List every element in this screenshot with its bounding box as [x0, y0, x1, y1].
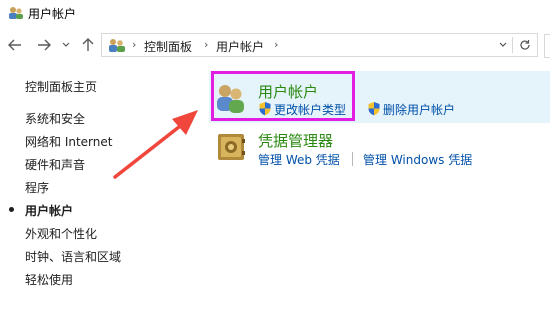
- remove-user-accounts-link[interactable]: 删除用户帐户: [383, 101, 455, 118]
- sidebar-item-hardware-sound[interactable]: 硬件和声音: [25, 156, 85, 173]
- forward-arrow-icon[interactable]: [35, 36, 53, 54]
- sidebar-home-link[interactable]: 控制面板主页: [25, 78, 97, 95]
- sidebar-item-network-internet[interactable]: 网络和 Internet: [25, 133, 112, 150]
- breadcrumb-separator-icon[interactable]: ›: [132, 38, 136, 51]
- category-credential-manager-title[interactable]: 凭据管理器: [258, 130, 333, 151]
- navigation-bar: › 控制面板 › 用户帐户 ›: [0, 30, 550, 60]
- refresh-icon[interactable]: [514, 34, 536, 56]
- breadcrumb-control-panel[interactable]: 控制面板: [144, 38, 192, 55]
- active-item-bullet: [9, 207, 14, 212]
- search-box[interactable]: [544, 34, 550, 58]
- sidebar-item-appearance[interactable]: 外观和个性化: [25, 225, 97, 242]
- user-accounts-app-icon: [9, 7, 23, 19]
- breadcrumb-user-accounts[interactable]: 用户帐户: [216, 38, 264, 55]
- manage-web-credentials-link[interactable]: 管理 Web 凭据: [258, 151, 340, 168]
- breadcrumb-separator-icon[interactable]: ›: [204, 38, 208, 51]
- control-panel-icon: [109, 39, 125, 52]
- uac-shield-icon: [368, 102, 380, 116]
- link-separator: [352, 152, 353, 166]
- breadcrumb-separator-icon[interactable]: ›: [274, 38, 278, 51]
- credential-manager-icon: [218, 134, 245, 160]
- recent-locations-chevron-icon[interactable]: [60, 36, 72, 54]
- sidebar-item-clock-language[interactable]: 时钟、语言和区域: [25, 248, 121, 265]
- manage-windows-credentials-link[interactable]: 管理 Windows 凭据: [363, 151, 472, 168]
- sidebar-item-programs[interactable]: 程序: [25, 179, 49, 196]
- up-arrow-icon[interactable]: [79, 36, 97, 54]
- address-divider: [512, 37, 513, 53]
- sidebar-item-system-security[interactable]: 系统和安全: [25, 110, 85, 127]
- annotation-highlight-box: [211, 71, 355, 121]
- sidebar-item-ease-of-access[interactable]: 轻松使用: [25, 271, 73, 288]
- sidebar-item-user-accounts[interactable]: 用户帐户: [25, 202, 73, 219]
- window-title: 用户帐户: [28, 7, 77, 21]
- address-dropdown-chevron-icon[interactable]: [492, 34, 514, 56]
- address-bar[interactable]: › 控制面板 › 用户帐户 ›: [101, 33, 538, 57]
- back-arrow-icon[interactable]: [6, 36, 24, 54]
- title-bar: 用户帐户: [0, 0, 550, 26]
